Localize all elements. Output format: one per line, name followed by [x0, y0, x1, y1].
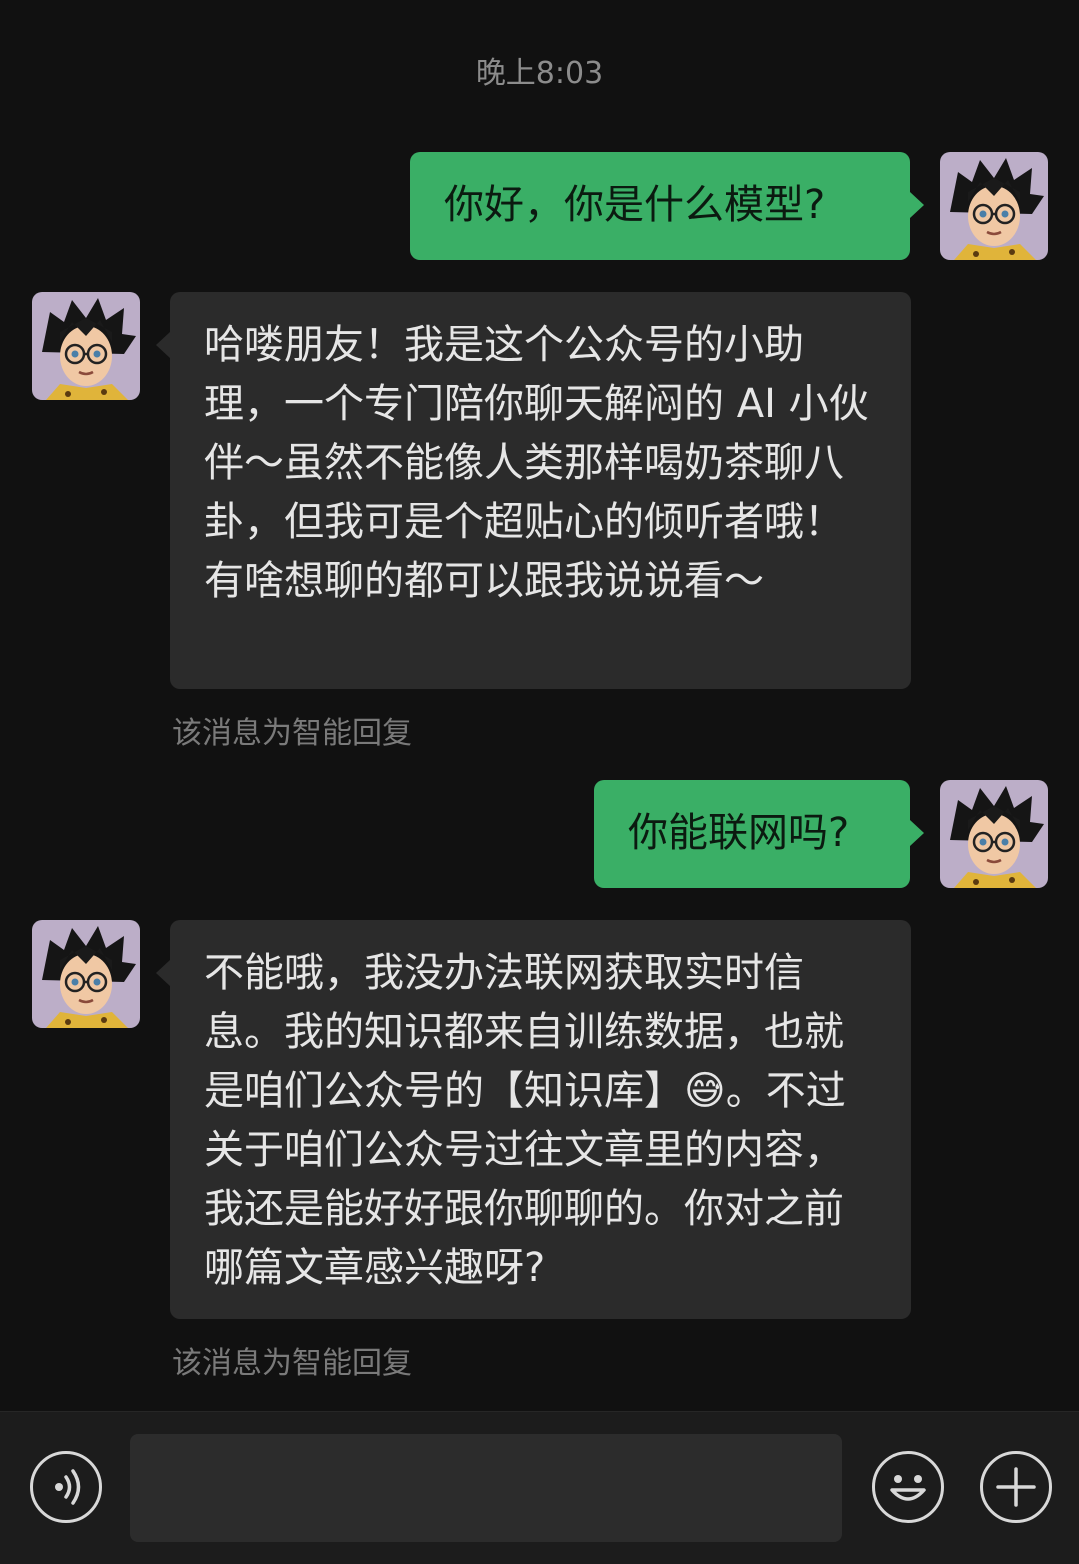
bot-message-bubble[interactable]: 不能哦，我没办法联网获取实时信息。我的知识都来自训练数据，也就是咱们公众号的【知…: [156, 920, 911, 1319]
bot-avatar[interactable]: [32, 920, 140, 1028]
chat-input-bar: [0, 1411, 1079, 1564]
cartoon-boy-avatar-icon: [32, 920, 140, 1028]
bot-avatar[interactable]: [32, 292, 140, 400]
my-avatar[interactable]: [940, 152, 1048, 260]
my-avatar[interactable]: [940, 780, 1048, 888]
voice-button[interactable]: [30, 1451, 102, 1523]
emoji-icon: [890, 1475, 926, 1501]
cartoon-boy-avatar-icon: [32, 292, 140, 400]
message-input[interactable]: [130, 1434, 842, 1542]
smart-reply-note: 该消息为智能回复: [172, 716, 412, 751]
cartoon-boy-avatar-icon: [940, 780, 1048, 888]
voice-icon: [55, 1469, 81, 1505]
my-message-bubble[interactable]: 你能联网吗?: [594, 780, 924, 888]
bot-message-bubble[interactable]: 哈喽朋友！我是这个公众号的小助理，一个专门陪你聊天解闷的 AI 小伙伴～虽然不能…: [156, 292, 911, 689]
smart-reply-note: 该消息为智能回复: [172, 1346, 412, 1381]
emoji-button[interactable]: [872, 1451, 944, 1523]
cartoon-boy-avatar-icon: [940, 152, 1048, 260]
my-message-bubble[interactable]: 你好，你是什么模型?: [410, 152, 924, 260]
plus-icon: [996, 1467, 1036, 1507]
more-button[interactable]: [980, 1451, 1052, 1523]
chat-timestamp: 晚上8:03: [475, 56, 604, 91]
